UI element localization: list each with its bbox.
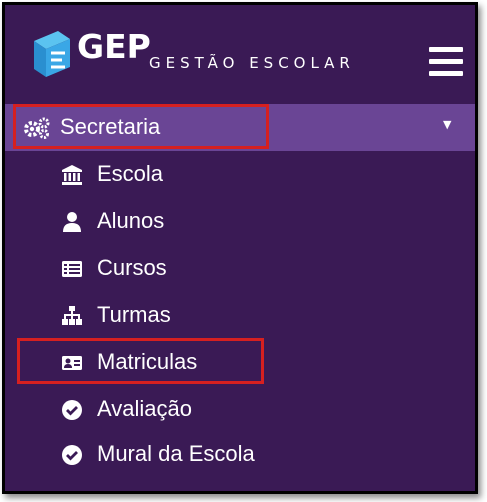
sidebar-item-label: Alunos — [97, 208, 165, 233]
sidebar-item-cursos[interactable]: Cursos — [5, 246, 475, 290]
sidebar-section-label: Secretaria — [60, 114, 161, 139]
user-icon — [63, 212, 81, 232]
gears-icon — [24, 117, 50, 139]
sidebar-section-secretaria[interactable]: Secretaria ▼ — [5, 104, 475, 151]
list-icon — [62, 261, 82, 277]
brand-name: GEP — [77, 27, 151, 66]
gep-logo-icon — [34, 31, 70, 77]
sidebar-item-escola[interactable]: Escola — [5, 152, 475, 196]
sidebar-item-alunos[interactable]: Alunos — [5, 199, 475, 243]
sidebar-item-label: Escola — [97, 161, 164, 186]
header-bar: GEP GESTÃO ESCOLAR — [5, 5, 475, 101]
bank-icon — [62, 165, 82, 185]
sitemap-icon — [62, 306, 82, 325]
sidebar-item-label: Avaliação — [97, 396, 192, 421]
chevron-down-icon: ▼ — [443, 118, 452, 131]
sidebar-item-label: Turmas — [97, 302, 171, 327]
check-circle-icon — [62, 445, 82, 465]
highlight-box — [17, 338, 264, 384]
brand-subtitle: GESTÃO ESCOLAR — [149, 54, 355, 72]
hamburger-menu-icon[interactable] — [429, 47, 463, 77]
sidebar-item-turmas[interactable]: Turmas — [5, 293, 475, 337]
check-circle-icon — [62, 400, 82, 420]
sidebar-item-mural-da-escola[interactable]: Mural da Escola — [5, 432, 475, 476]
sidebar-item-label: Cursos — [97, 255, 167, 280]
sidebar-item-label: Mural da Escola — [97, 441, 255, 466]
sidebar-item-avaliacao[interactable]: Avaliação — [5, 387, 475, 431]
app-frame: GEP GESTÃO ESCOLAR Secretaria ▼ Escola A… — [2, 2, 478, 494]
